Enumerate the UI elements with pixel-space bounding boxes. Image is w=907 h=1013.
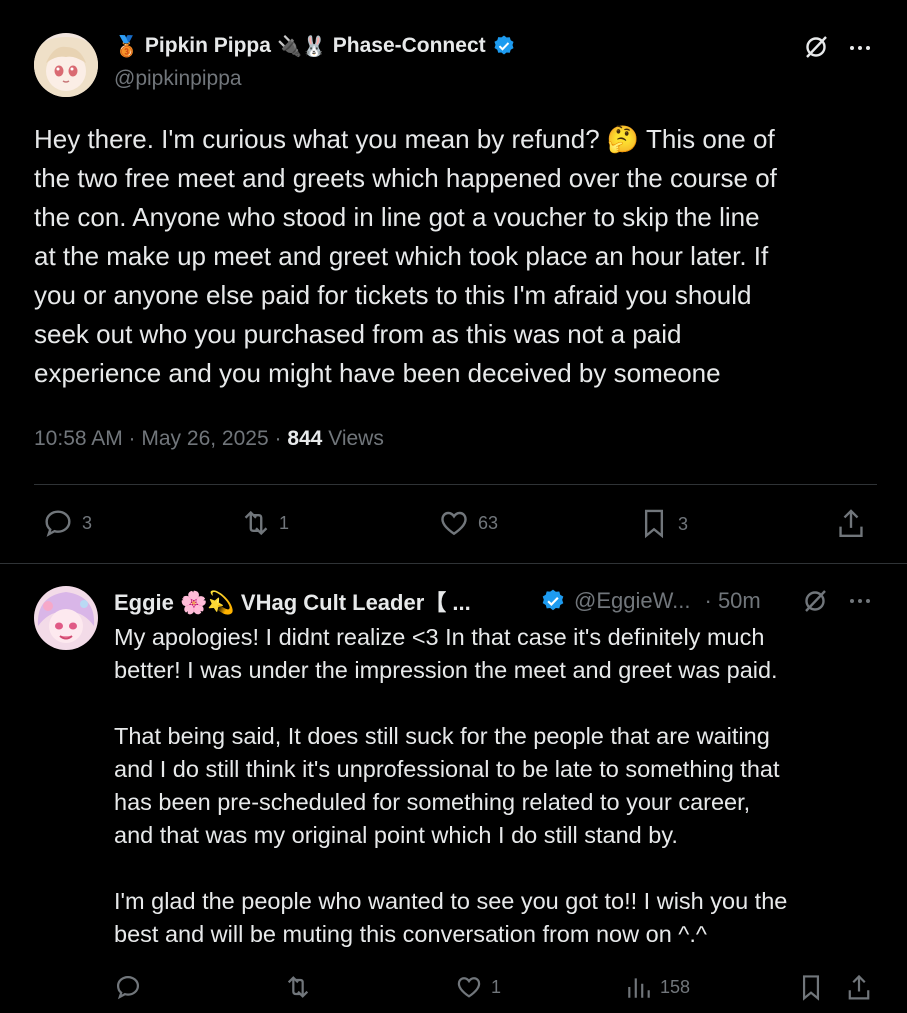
analytics-icon xyxy=(626,973,652,1001)
views-count: 158 xyxy=(660,976,691,997)
medal-emoji: 🥉 xyxy=(114,35,139,58)
reply-text-line: That being said, It does still suck for … xyxy=(114,723,770,749)
avatar[interactable] xyxy=(34,586,98,650)
reply-text-line: best and will be muting this conversatio… xyxy=(114,921,707,947)
share-icon[interactable] xyxy=(835,507,867,541)
tweet-text-line: experience and you might have been decei… xyxy=(34,358,721,388)
repost-icon xyxy=(239,507,273,539)
bookmark-count: 3 xyxy=(678,513,689,534)
tweet-text-line: Hey there. I'm curious what you mean by … xyxy=(34,124,775,154)
timestamp[interactable]: 10:58 AM · May 26, 2025 · xyxy=(34,427,287,450)
tweet-text-line: the two free meet and greets which happe… xyxy=(34,163,777,193)
time-ago[interactable]: · 50m xyxy=(705,588,761,614)
more-icon[interactable] xyxy=(847,591,873,611)
like-count: 1 xyxy=(491,976,502,997)
avatar[interactable] xyxy=(34,33,98,97)
author-line: 🥉 Pipkin Pippa 🔌🐰 Phase-Connect xyxy=(114,31,516,61)
reply-text-line: and I do still think it's unprofessional… xyxy=(114,756,780,782)
tweet-text-line: you or anyone else paid for tickets to t… xyxy=(34,280,752,310)
bookmark-icon xyxy=(638,507,670,541)
display-name[interactable]: Eggie 🌸💫 VHag Cult Leader【 ... xyxy=(114,585,540,617)
bookmark-icon[interactable] xyxy=(797,973,825,1003)
like-button[interactable]: 63 xyxy=(438,507,498,539)
reply-button[interactable] xyxy=(114,973,142,1001)
tweet-text-line: the con. Anyone who stood in line got a … xyxy=(34,202,760,232)
reply-text-line: and that was my original point which I d… xyxy=(114,822,678,848)
like-count: 63 xyxy=(478,512,499,533)
display-name[interactable]: Pipkin Pippa xyxy=(145,34,271,58)
handle[interactable]: @pipkinpippa xyxy=(114,67,242,91)
tweet-text: Hey there. I'm curious what you mean by … xyxy=(34,120,894,393)
reply-header: Eggie 🌸💫 VHag Cult Leader【 ... @EggieW..… xyxy=(114,587,761,615)
verified-badge-icon xyxy=(540,588,566,614)
tweet-text-line: seek out who you purchased from as this … xyxy=(34,319,682,349)
bookmark-button[interactable]: 3 xyxy=(638,507,688,541)
reply-text-line: has been pre-scheduled for something rel… xyxy=(114,789,751,815)
repost-count: 1 xyxy=(279,512,290,533)
repost-button[interactable] xyxy=(282,973,314,1001)
like-button[interactable]: 1 xyxy=(455,973,501,1001)
reply-text-line: better! I was under the impression the m… xyxy=(114,657,778,683)
reply-text-line: I'm glad the people who wanted to see yo… xyxy=(114,888,788,914)
paragraph: I'm glad the people who wanted to see yo… xyxy=(114,885,894,951)
tweet-text-line: at the make up meet and greet which took… xyxy=(34,241,769,271)
reply-icon xyxy=(42,507,74,539)
paragraph: My apologies! I didnt realize <3 In that… xyxy=(114,621,894,687)
reply-count: 3 xyxy=(82,512,93,533)
reply-button[interactable]: 3 xyxy=(42,507,92,539)
grok-icon[interactable] xyxy=(803,34,829,60)
reply-text: My apologies! I didnt realize <3 In that… xyxy=(114,621,894,951)
heart-icon xyxy=(438,507,470,539)
repost-button[interactable]: 1 xyxy=(239,507,289,539)
more-icon[interactable] xyxy=(847,38,873,58)
handle[interactable]: @EggieW... xyxy=(574,588,691,614)
share-icon[interactable] xyxy=(845,973,873,1003)
views-count: 844 xyxy=(287,427,323,450)
timestamp-line: 10:58 AM · May 26, 2025 · 844 Views xyxy=(34,427,384,451)
verified-badge-icon xyxy=(492,34,516,58)
divider xyxy=(0,563,907,564)
views-button[interactable]: 158 xyxy=(626,973,690,1001)
grok-icon[interactable] xyxy=(802,588,828,614)
views-label: Views xyxy=(322,427,384,450)
paragraph: That being said, It does still suck for … xyxy=(114,720,894,852)
reply-text-line: My apologies! I didnt realize <3 In that… xyxy=(114,624,765,650)
affiliation-name[interactable]: Phase-Connect xyxy=(333,34,486,58)
plug-rabbit-emoji: 🔌🐰 xyxy=(276,35,327,58)
divider xyxy=(34,484,877,485)
heart-icon xyxy=(455,973,483,1001)
